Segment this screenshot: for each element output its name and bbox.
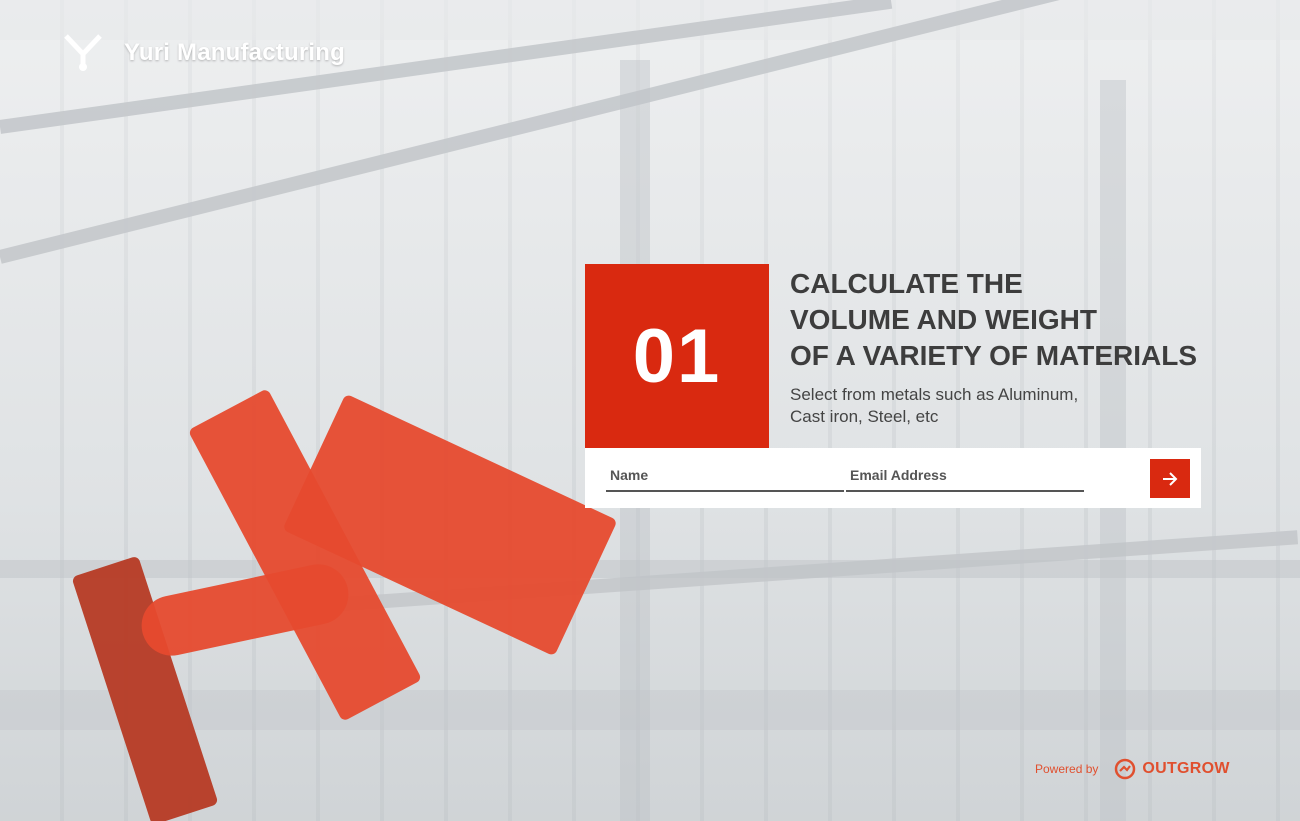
powered-by[interactable]: Powered by OUTGROW [1035,758,1230,780]
provider-name: OUTGROW [1142,760,1230,777]
name-input[interactable] [606,460,844,492]
headline-line: VOLUME AND WEIGHT [790,304,1097,335]
subtitle-line: Cast iron, Steel, etc [790,407,939,426]
headline-line: CALCULATE THE [790,268,1023,299]
headline: CALCULATE THE VOLUME AND WEIGHT OF A VAR… [790,266,1210,374]
y-logo-icon [64,34,102,71]
lead-form [585,448,1201,508]
subtitle: Select from metals such as Aluminum, Cas… [790,384,1150,428]
subtitle-line: Select from metals such as Aluminum, [790,385,1079,404]
submit-button[interactable] [1150,459,1190,498]
powered-by-label: Powered by [1035,762,1099,776]
headline-line: OF A VARIETY OF MATERIALS [790,340,1198,371]
brand-logo[interactable]: Yuri Manufacturing [64,34,345,72]
brand-name: Yuri Manufacturing [124,39,345,66]
outgrow-logo-icon [1115,758,1136,780]
email-input[interactable] [846,460,1084,492]
step-number: 01 [585,264,769,448]
arrow-right-icon [1163,471,1178,486]
